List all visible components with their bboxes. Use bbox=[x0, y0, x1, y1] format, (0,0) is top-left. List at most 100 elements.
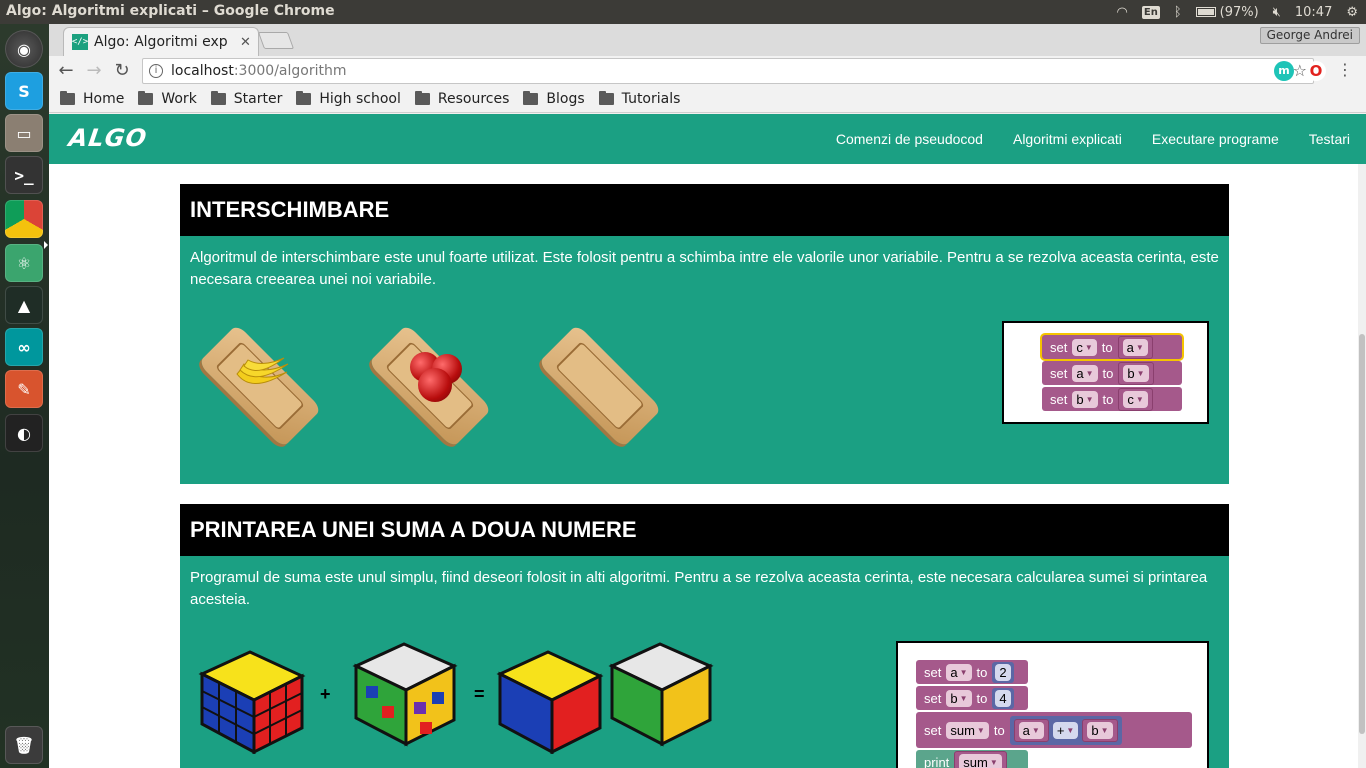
value-slot[interactable]: a ▼ bbox=[1013, 718, 1049, 742]
new-tab-button[interactable] bbox=[257, 32, 295, 49]
set-block[interactable]: set sum ▼ to a ▼ + ▼ b ▼ bbox=[916, 712, 1192, 748]
number-block[interactable]: 4 bbox=[992, 687, 1014, 709]
print-block[interactable]: print sum ▼ bbox=[916, 750, 1028, 768]
block-keyword: print bbox=[924, 754, 950, 768]
reload-icon[interactable]: ↻ bbox=[111, 60, 133, 82]
nav-link-pseudocod[interactable]: Comenzi de pseudocod bbox=[836, 131, 983, 147]
browser-menu-icon[interactable]: ⋮ bbox=[1337, 60, 1353, 79]
value-slot[interactable]: b ▼ bbox=[1118, 361, 1154, 385]
arithmetic-block[interactable]: a ▼ + ▼ b ▼ bbox=[1009, 715, 1122, 745]
bookmark-starter[interactable]: Starter bbox=[210, 91, 282, 107]
blockly-swap-program[interactable]: set c ▼ to a ▼ set a ▼ to b ▼ set b ▼ to c ▼ bbox=[1002, 321, 1209, 424]
rubik-cube-solved-icon bbox=[490, 632, 608, 754]
nav-link-testari[interactable]: Testari bbox=[1309, 131, 1350, 147]
info-icon[interactable]: i bbox=[149, 64, 163, 78]
terminal-icon[interactable]: >_ bbox=[5, 156, 43, 194]
block-keyword: to bbox=[1102, 391, 1114, 407]
trash-icon[interactable]: 🗑︎ bbox=[5, 726, 43, 764]
forward-arrow-icon[interactable]: → bbox=[83, 60, 105, 82]
browser-tab-active[interactable]: </> Algo: Algoritmi exp ✕ bbox=[63, 27, 259, 56]
variable-name: b bbox=[1076, 391, 1084, 407]
nav-link-algoritmi[interactable]: Algoritmi explicati bbox=[1013, 131, 1122, 147]
atom-icon[interactable]: ⚛ bbox=[5, 244, 43, 282]
number-value[interactable]: 2 bbox=[995, 663, 1011, 681]
folder-icon bbox=[598, 91, 614, 105]
arduino-icon[interactable]: ∞ bbox=[5, 328, 43, 366]
variable-dropdown[interactable]: b ▼ bbox=[1123, 364, 1149, 382]
variable-dropdown[interactable]: a ▼ bbox=[946, 663, 972, 681]
variable-dropdown[interactable]: sum ▼ bbox=[946, 721, 989, 739]
set-block[interactable]: set b ▼ to 4 bbox=[916, 686, 1028, 710]
dropdown-caret-icon: ▼ bbox=[1085, 368, 1094, 378]
web-page: ALGO Comenzi de pseudocod Algoritmi expl… bbox=[49, 114, 1366, 768]
bookmark-star-icon[interactable]: ☆ bbox=[1293, 61, 1307, 80]
value-slot[interactable]: sum ▼ bbox=[954, 750, 1007, 768]
browser-tabstrip: </> Algo: Algoritmi exp ✕ George Andrei bbox=[49, 24, 1366, 56]
nav-link-executare[interactable]: Executare programe bbox=[1152, 131, 1279, 147]
variable-dropdown[interactable]: b ▼ bbox=[946, 689, 972, 707]
value-slot[interactable]: b ▼ bbox=[1082, 718, 1118, 742]
set-block[interactable]: set a ▼ to 2 bbox=[916, 660, 1028, 684]
bookmark-home[interactable]: Home bbox=[60, 91, 124, 107]
volume-muted-icon[interactable]: 🔇︎ bbox=[1273, 5, 1281, 20]
variable-name: a bbox=[1076, 365, 1084, 381]
bookmark-resources[interactable]: Resources bbox=[414, 91, 509, 107]
block-keyword: to bbox=[1102, 365, 1114, 381]
value-slot[interactable]: c ▼ bbox=[1118, 387, 1153, 411]
site-nav-links: Comenzi de pseudocod Algoritmi explicati… bbox=[836, 114, 1350, 164]
tools-icon[interactable]: ✎ bbox=[5, 370, 43, 408]
tab-title: Algo: Algoritmi exp bbox=[94, 34, 228, 50]
bluetooth-icon[interactable]: ᛒ bbox=[1174, 5, 1182, 20]
site-logo[interactable]: ALGO bbox=[67, 124, 149, 152]
address-bar[interactable]: i localhost:3000/algorithm ☆ bbox=[142, 58, 1314, 84]
profile-button[interactable]: George Andrei bbox=[1259, 27, 1360, 44]
nvidia-icon[interactable]: ◐ bbox=[5, 414, 43, 452]
variable-name: b bbox=[950, 690, 958, 706]
set-block[interactable]: set b ▼ to c ▼ bbox=[1042, 387, 1182, 411]
variable-dropdown[interactable]: a ▼ bbox=[1018, 721, 1044, 739]
variable-dropdown[interactable]: b ▼ bbox=[1087, 721, 1113, 739]
rocket-app-icon[interactable]: ▲ bbox=[5, 286, 43, 324]
bookmark-work[interactable]: Work bbox=[138, 91, 197, 107]
back-arrow-icon[interactable]: ← bbox=[55, 60, 77, 82]
scrollbar-thumb[interactable] bbox=[1359, 334, 1365, 734]
chrome-icon[interactable] bbox=[5, 200, 43, 238]
keyboard-layout-indicator[interactable]: En bbox=[1141, 5, 1160, 19]
bookmark-high-school[interactable]: High school bbox=[296, 91, 401, 107]
page-scrollbar[interactable] bbox=[1358, 164, 1366, 768]
tab-close-icon[interactable]: ✕ bbox=[240, 35, 251, 50]
extension-m-icon[interactable]: m bbox=[1274, 61, 1294, 81]
variable-name: c bbox=[1076, 339, 1083, 355]
settings-gear-icon[interactable]: ⚙ bbox=[1346, 5, 1358, 20]
variable-dropdown[interactable]: c ▼ bbox=[1072, 338, 1097, 356]
opera-extension-icon[interactable]: O bbox=[1306, 61, 1326, 81]
operator-dropdown[interactable]: + ▼ bbox=[1052, 721, 1079, 739]
ubuntu-dash-icon[interactable]: ◉ bbox=[5, 30, 43, 68]
battery-percent: (97%) bbox=[1219, 4, 1259, 20]
ubuntu-launcher: ◉ S ▭ >_ ⚛ ▲ ∞ ✎ ◐ 🗑︎ bbox=[0, 24, 49, 768]
variable-name: a bbox=[950, 664, 958, 680]
bookmark-tutorials[interactable]: Tutorials bbox=[598, 91, 680, 107]
number-value[interactable]: 4 bbox=[995, 689, 1011, 707]
variable-dropdown[interactable]: a ▼ bbox=[1122, 338, 1148, 356]
wifi-icon[interactable]: ◠ bbox=[1117, 5, 1128, 20]
variable-dropdown[interactable]: c ▼ bbox=[1123, 390, 1148, 408]
battery-indicator[interactable]: (97%) bbox=[1195, 4, 1259, 20]
site-navbar: ALGO Comenzi de pseudocod Algoritmi expl… bbox=[49, 114, 1366, 164]
variable-dropdown[interactable]: b ▼ bbox=[1072, 390, 1098, 408]
bookmark-label: Home bbox=[83, 91, 125, 107]
bookmark-blogs[interactable]: Blogs bbox=[523, 91, 585, 107]
dropdown-caret-icon: ▼ bbox=[989, 757, 998, 767]
variable-name: a bbox=[1126, 339, 1134, 355]
files-icon[interactable]: ▭ bbox=[5, 114, 43, 152]
clock[interactable]: 10:47 bbox=[1295, 5, 1332, 20]
blockly-sum-program[interactable]: set a ▼ to 2 set b ▼ to 4 set sum ▼ to a ▼ +… bbox=[896, 641, 1209, 768]
variable-dropdown[interactable]: a ▼ bbox=[1072, 364, 1098, 382]
value-slot[interactable]: a ▼ bbox=[1117, 335, 1153, 359]
number-block[interactable]: 2 bbox=[992, 661, 1014, 683]
set-block[interactable]: set c ▼ to a ▼ bbox=[1042, 335, 1182, 359]
set-block[interactable]: set a ▼ to b ▼ bbox=[1042, 361, 1182, 385]
variable-dropdown[interactable]: sum ▼ bbox=[959, 753, 1002, 768]
banana-icon bbox=[236, 357, 289, 384]
skype-icon[interactable]: S bbox=[5, 72, 43, 110]
